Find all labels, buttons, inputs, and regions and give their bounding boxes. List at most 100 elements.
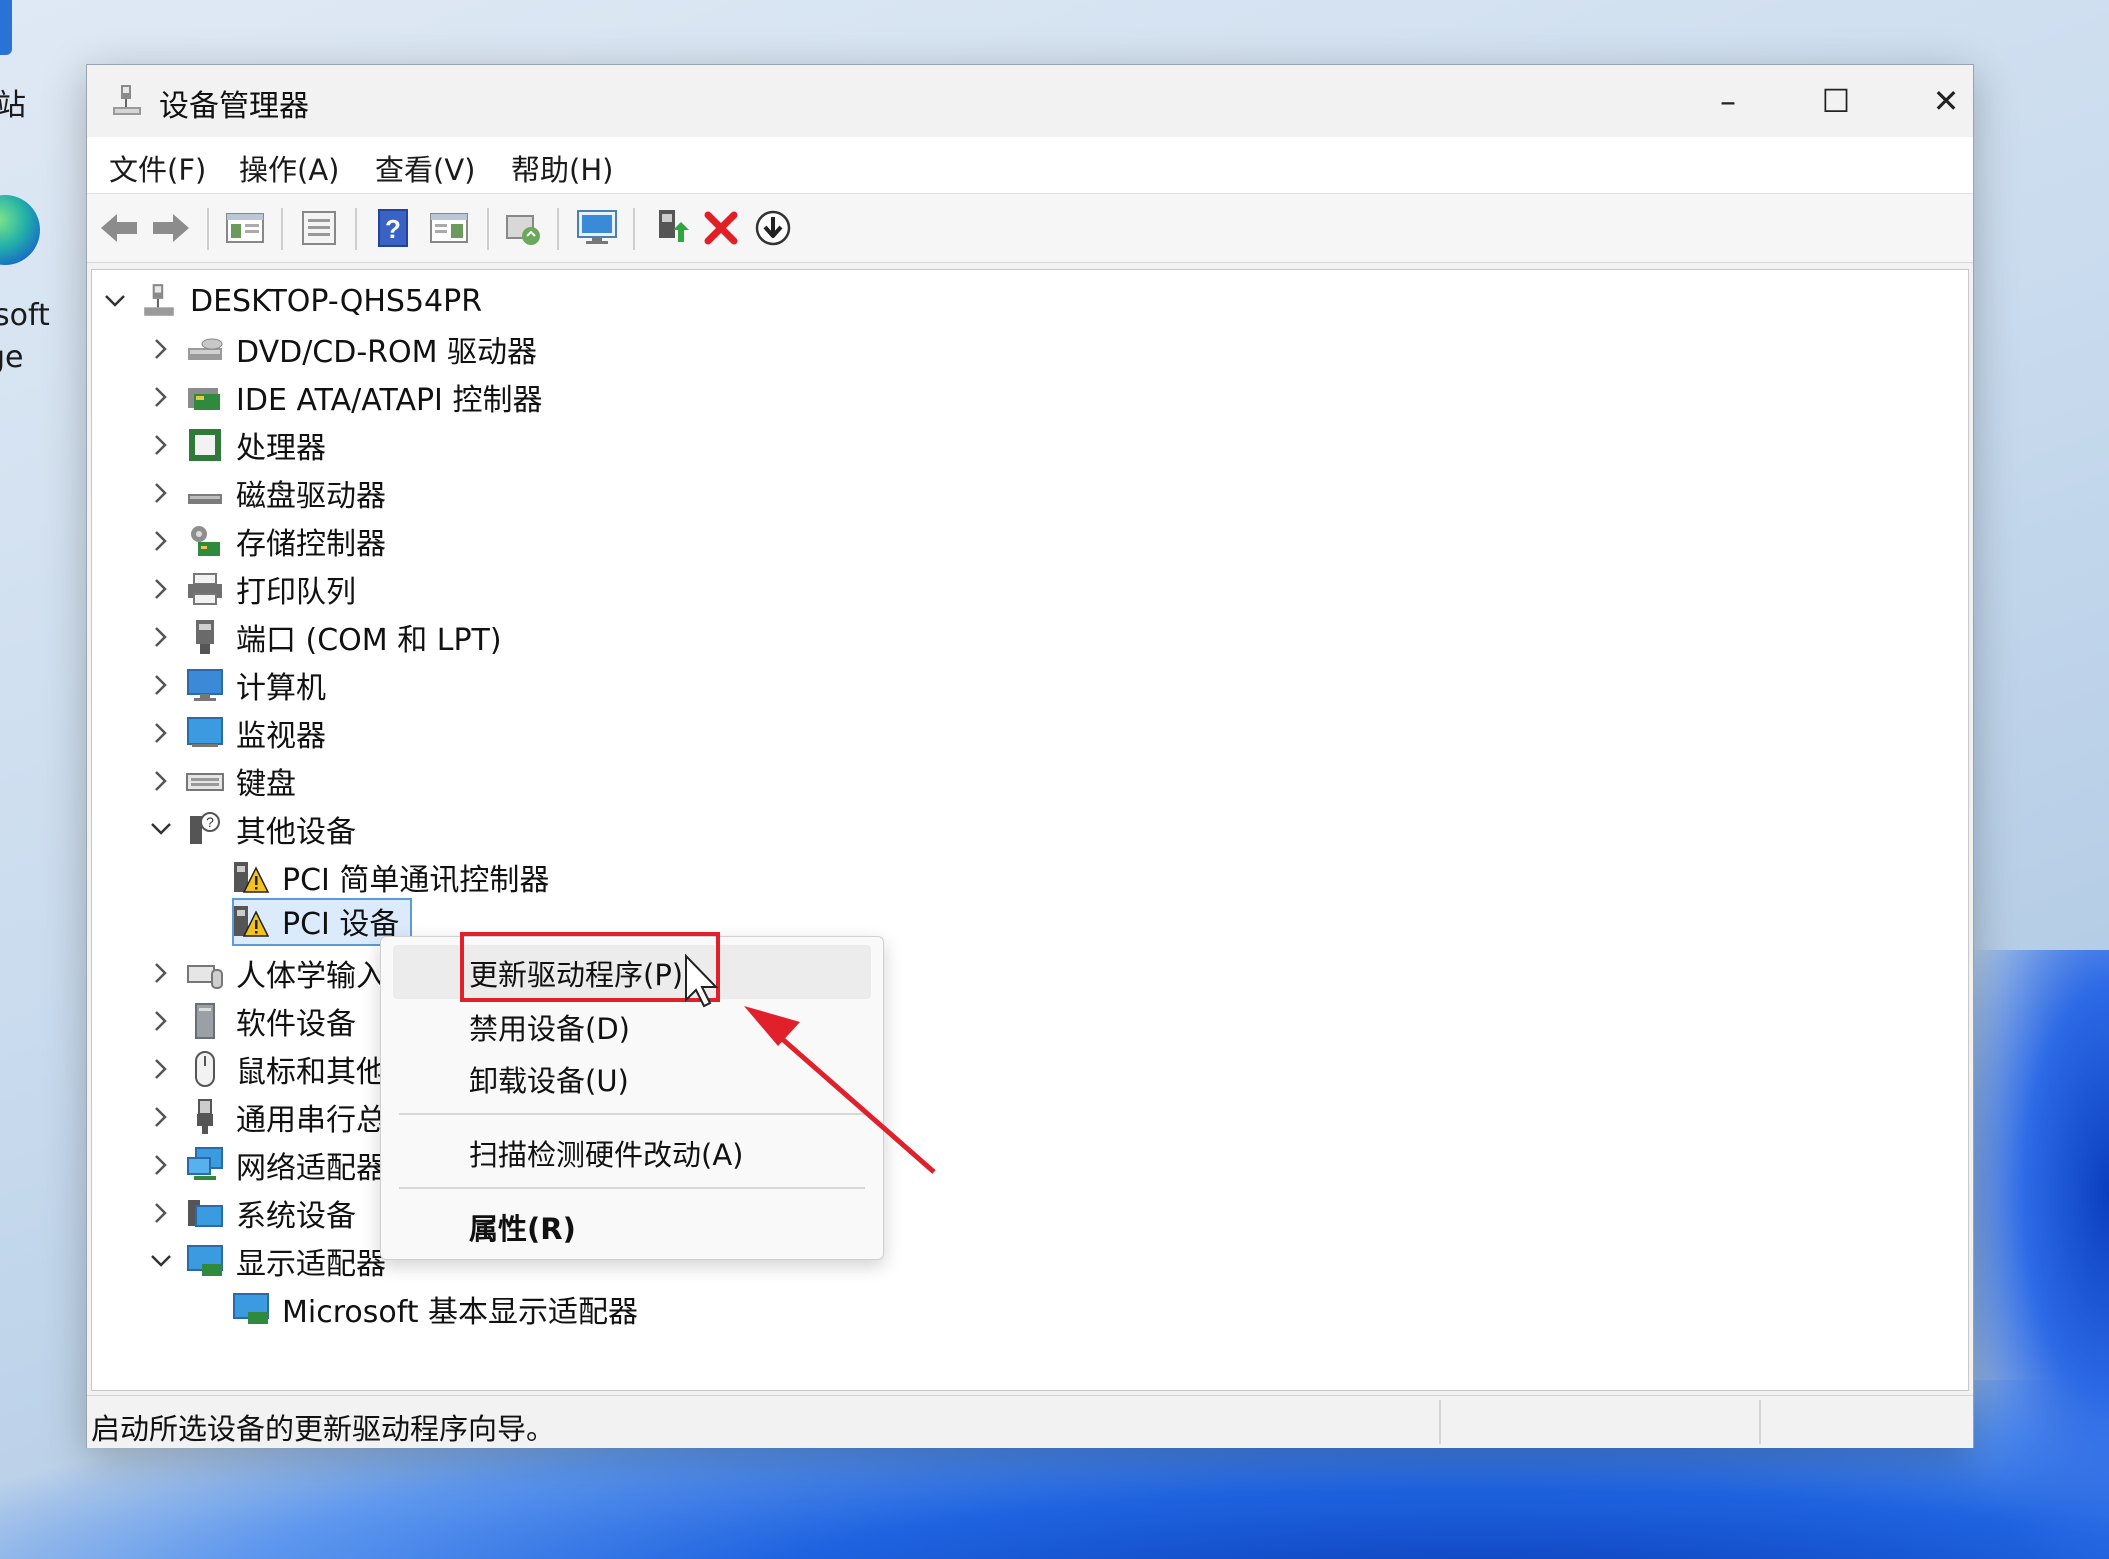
display-adapter-icon — [187, 1245, 223, 1276]
status-bar: 启动所选设备的更新驱动程序向导。 — [87, 1395, 1973, 1448]
minimize-button[interactable]: – — [1673, 65, 1783, 137]
show-hide-tree-icon[interactable] — [223, 206, 267, 250]
tree-item-display[interactable]: 显示适配器 — [146, 1238, 386, 1284]
device-tree[interactable]: DESKTOP-QHS54PR DVD/CD-ROM 驱动器 IDE ATA/A… — [91, 269, 1969, 1391]
menu-file[interactable]: 文件(F) — [109, 147, 206, 189]
desktop-app-icon[interactable] — [0, 0, 12, 55]
tree-item-disk[interactable]: 磁盘驱动器 — [146, 470, 386, 516]
tree-item-label: DVD/CD-ROM 驱动器 — [236, 335, 538, 370]
tree-item-pci-device[interactable]: PCI 设备 — [232, 898, 399, 944]
system-device-icon — [188, 1200, 223, 1227]
annotation-highlight-box — [460, 932, 720, 1002]
toolbar: ? — [87, 193, 1973, 263]
properties-icon[interactable] — [297, 206, 341, 250]
tree-item-label: Microsoft 基本显示适配器 — [282, 1295, 639, 1330]
download-icon[interactable] — [751, 206, 795, 250]
wallpaper-swirl-right — [1960, 950, 2109, 1559]
chevron-down-icon[interactable] — [100, 286, 130, 316]
tree-item-pci-comm[interactable]: PCI 简单通讯控制器 — [232, 854, 549, 900]
tree-item-network[interactable]: 网络适配器 — [146, 1142, 386, 1188]
tree-item-label: PCI 简单通讯控制器 — [282, 863, 550, 898]
chevron-right-icon[interactable] — [146, 382, 176, 412]
tree-item-label: 打印队列 — [236, 575, 356, 610]
menu-help[interactable]: 帮助(H) — [511, 147, 613, 189]
menu-item-scan-hardware[interactable]: 扫描检测硬件改动(A) — [381, 1127, 883, 1179]
desktop-label-recycle[interactable]: 站 — [0, 80, 26, 124]
monitor-icon[interactable] — [575, 206, 619, 250]
tree-item-storage[interactable]: 存储控制器 — [146, 518, 386, 564]
chevron-right-icon[interactable] — [146, 1150, 176, 1180]
chevron-right-icon[interactable] — [146, 334, 176, 364]
svg-text:?: ? — [385, 214, 401, 244]
help-icon[interactable]: ? — [371, 206, 415, 250]
chevron-right-icon[interactable] — [146, 766, 176, 796]
desktop-label-edge-1[interactable]: soft — [0, 298, 50, 333]
chevron-right-icon[interactable] — [146, 1102, 176, 1132]
chevron-right-icon[interactable] — [146, 1006, 176, 1036]
mouse-icon — [195, 1051, 215, 1087]
tree-item-usb[interactable]: 通用串行总 — [146, 1094, 386, 1140]
chevron-right-icon[interactable] — [146, 622, 176, 652]
tree-root[interactable]: DESKTOP-QHS54PR — [100, 278, 482, 324]
view-icon[interactable] — [427, 206, 471, 250]
chevron-right-icon[interactable] — [146, 958, 176, 988]
maximize-button[interactable]: ☐ — [1781, 65, 1891, 137]
chevron-right-icon[interactable] — [146, 478, 176, 508]
back-icon[interactable] — [97, 206, 141, 250]
tree-item-label: 端口 (COM 和 LPT) — [236, 623, 502, 658]
menu-item-properties[interactable]: 属性(R) — [381, 1201, 883, 1253]
chevron-right-icon[interactable] — [146, 1198, 176, 1228]
menu-item-label: 禁用设备(D) — [469, 1012, 630, 1046]
chevron-right-icon[interactable] — [146, 670, 176, 700]
storage-controller-icon — [191, 526, 220, 556]
tree-item-mouse[interactable]: 鼠标和其他 — [146, 1046, 386, 1092]
warning-device-icon — [234, 906, 270, 937]
software-device-icon — [195, 1003, 215, 1039]
close-button[interactable]: ✕ — [1891, 65, 2001, 137]
chevron-right-icon[interactable] — [146, 574, 176, 604]
tree-item-computer[interactable]: 计算机 — [146, 662, 326, 708]
scan-hardware-icon[interactable] — [501, 206, 545, 250]
chevron-right-icon[interactable] — [146, 1054, 176, 1084]
desktop-label-edge-2[interactable]: ge — [0, 340, 24, 375]
chevron-right-icon[interactable] — [146, 526, 176, 556]
tree-item-label: 磁盘驱动器 — [236, 479, 386, 514]
tree-item-ms-display[interactable]: Microsoft 基本显示适配器 — [232, 1286, 638, 1332]
chevron-down-icon[interactable] — [146, 814, 176, 844]
update-driver-icon[interactable] — [649, 206, 693, 250]
menu-view[interactable]: 查看(V) — [375, 147, 475, 189]
tree-item-print[interactable]: 打印队列 — [146, 566, 356, 612]
tree-item-software[interactable]: 软件设备 — [146, 998, 356, 1044]
tree-item-monitor[interactable]: 监视器 — [146, 710, 326, 756]
title-bar[interactable]: 设备管理器 – ☐ ✕ — [87, 65, 1973, 137]
tree-item-ports[interactable]: 端口 (COM 和 LPT) — [146, 614, 502, 660]
menu-bar: 文件(F) 操作(A) 查看(V) 帮助(H) — [87, 137, 1973, 193]
tree-item-ide[interactable]: IDE ATA/ATAPI 控制器 — [146, 374, 542, 420]
tree-item-keyboard[interactable]: 键盘 — [146, 758, 296, 804]
forward-icon[interactable] — [149, 206, 193, 250]
menu-item-label: 卸载设备(U) — [469, 1064, 629, 1098]
tree-item-label: 网络适配器 — [236, 1151, 386, 1186]
tree-item-cpu[interactable]: 处理器 — [146, 422, 326, 468]
menu-item-disable-device[interactable]: 禁用设备(D) — [381, 1001, 883, 1053]
tree-item-other[interactable]: ? 其他设备 — [146, 806, 356, 852]
processor-icon — [189, 429, 221, 461]
dvd-drive-icon — [188, 338, 223, 360]
computer-tree-icon — [144, 284, 174, 316]
edge-icon[interactable] — [0, 195, 40, 265]
menu-action[interactable]: 操作(A) — [239, 147, 339, 189]
uninstall-icon[interactable] — [699, 206, 743, 250]
tree-item-hid[interactable]: 人体学输入 — [146, 950, 386, 996]
menu-item-uninstall-device[interactable]: 卸载设备(U) — [381, 1053, 883, 1105]
disk-drive-icon — [188, 494, 222, 504]
network-adapter-icon — [187, 1147, 223, 1180]
tree-item-system[interactable]: 系统设备 — [146, 1190, 356, 1236]
chevron-right-icon[interactable] — [146, 718, 176, 748]
chevron-down-icon[interactable] — [146, 1246, 176, 1276]
tree-item-label: 键盘 — [236, 767, 296, 802]
menu-item-label: 属性(R) — [469, 1212, 576, 1246]
device-manager-icon — [113, 85, 141, 115]
chevron-right-icon[interactable] — [146, 430, 176, 460]
tree-root-label: DESKTOP-QHS54PR — [190, 283, 483, 319]
tree-item-dvd[interactable]: DVD/CD-ROM 驱动器 — [146, 326, 537, 372]
